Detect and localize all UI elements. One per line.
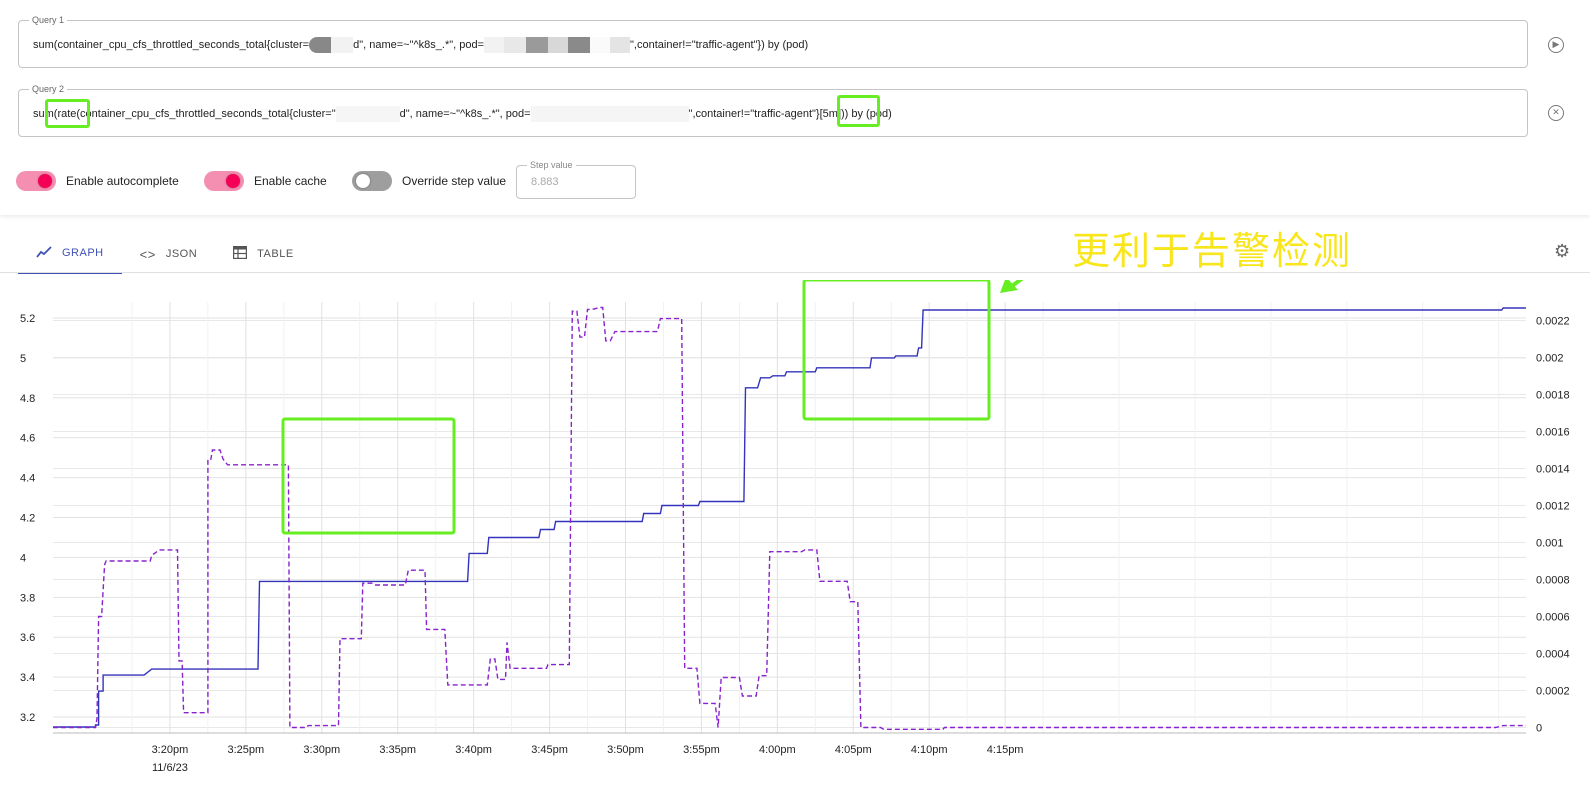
redacted-block	[590, 37, 611, 53]
tab-graph-label: GRAPH	[62, 247, 104, 259]
query-panel: Query 1 sum(container_cpu_cfs_throttled_…	[0, 0, 1590, 215]
highlight-rate-box	[45, 99, 90, 128]
y-right-tick-label: 0.0008	[1536, 574, 1570, 586]
code-icon: <>	[139, 246, 156, 262]
y-left-tick-label: 4.8	[20, 393, 35, 405]
redacted-block	[309, 37, 332, 53]
y-left-tick-label: 4	[20, 552, 26, 564]
autocomplete-label: Enable autocomplete	[66, 174, 179, 188]
x-tick-label: 3:55pm	[683, 744, 720, 756]
redacted-block	[504, 37, 527, 53]
y-axis-right: 0 0.0002 0.0004 0.0006 0.0008 0.001 0.0012 0.00…	[1536, 315, 1570, 734]
y-left-tick-label: 4.6	[20, 433, 35, 445]
tab-graph[interactable]: GRAPH	[18, 234, 122, 274]
y-right-tick-label: 0.0014	[1536, 463, 1570, 475]
x-tick-label: 3:40pm	[455, 744, 492, 756]
x-tick-label: 3:35pm	[379, 744, 416, 756]
step-override-toggle-row[interactable]: Override step value	[352, 166, 506, 196]
x-tick-label: 4:15pm	[987, 744, 1024, 756]
chart-grid	[53, 302, 1526, 734]
gear-icon[interactable]: ⚙	[1554, 241, 1570, 262]
arrow-shaft	[1010, 280, 1024, 288]
tab-table[interactable]: TABLE	[215, 234, 312, 274]
tab-json-label: JSON	[165, 248, 198, 260]
tab-table-label: TABLE	[257, 248, 294, 260]
x-tick-label: 4:00pm	[759, 744, 796, 756]
query-2-field[interactable]: Query 2 sum(rate(container_cpu_cfs_throt…	[18, 83, 1528, 137]
step-value-legend: Step value	[527, 159, 576, 171]
redacted-block	[548, 37, 569, 53]
y-right-tick-label: 0.0016	[1536, 426, 1570, 438]
x-tick-label: 4:10pm	[911, 744, 948, 756]
x-date-label: 11/6/23	[152, 762, 188, 774]
query-1-field[interactable]: Query 1 sum(container_cpu_cfs_throttled_…	[18, 14, 1528, 68]
x-axis: 3:20pm 11/6/23 3:25pm 3:30pm 3:35pm 3:40pm 3:4…	[152, 744, 1024, 774]
y-left-tick-label: 4.4	[20, 473, 35, 485]
query-1-text-part: d", name=~"^k8s_.*", pod=	[353, 38, 485, 51]
autocomplete-toggle-row[interactable]: Enable autocomplete	[16, 166, 179, 196]
y-left-tick-label: 3.6	[20, 632, 35, 644]
tab-json[interactable]: <> JSON	[122, 234, 216, 274]
result-tabs: GRAPH <> JSON TABLE	[18, 234, 312, 274]
switch-knob	[356, 174, 370, 188]
annotation-text: 更利于告警检测	[1072, 229, 1353, 273]
redacted-block	[610, 37, 631, 53]
redacted-block	[331, 37, 354, 53]
switch-knob	[38, 174, 52, 188]
cache-label: Enable cache	[254, 174, 327, 188]
x-tick-label: 3:30pm	[303, 744, 340, 756]
redacted-block	[568, 37, 591, 53]
y-right-tick-label: 0.0012	[1536, 500, 1570, 512]
x-tick-label: 3:20pm	[152, 744, 189, 756]
y-right-tick-label: 0.0018	[1536, 389, 1570, 401]
y-left-tick-label: 3.2	[20, 712, 35, 724]
y-left-tick-label: 4.2	[20, 513, 35, 525]
cache-switch[interactable]	[204, 171, 244, 191]
graph-chart[interactable]: 3.2 3.4 3.6 3.8 4 4.2 4.4 4.6 4.8 5 5.2 0 0.0002 0.0…	[0, 280, 1590, 811]
query-2-text[interactable]: sum(rate(container_cpu_cfs_throttled_sec…	[33, 106, 892, 122]
x-tick-label: 3:50pm	[607, 744, 644, 756]
y-axis-left: 3.2 3.4 3.6 3.8 4 4.2 4.4 4.6 4.8 5 5.2	[20, 313, 35, 724]
query-1-text-part: sum(container_cpu_cfs_throttled_seconds_…	[33, 38, 310, 51]
y-right-tick-label: 0.0004	[1536, 648, 1570, 660]
highlight-range-box	[837, 95, 880, 127]
step-value-text: 8.883	[531, 176, 559, 188]
table-icon	[232, 245, 248, 262]
y-right-tick-label: 0.001	[1536, 537, 1564, 549]
y-left-tick-label: 5.2	[20, 313, 35, 325]
graph-icon	[36, 245, 52, 261]
query-1-legend: Query 1	[29, 14, 68, 26]
step-override-label: Override step value	[402, 174, 507, 188]
redacted-block	[484, 37, 505, 53]
x-tick-label: 3:25pm	[228, 744, 265, 756]
redacted-block	[526, 37, 549, 53]
y-right-tick-label: 0.0002	[1536, 685, 1570, 697]
x-tick-label: 4:05pm	[835, 744, 872, 756]
chart-series	[53, 306, 1526, 730]
switch-knob	[226, 174, 240, 188]
series-line-query-2	[53, 306, 1526, 730]
step-override-switch[interactable]	[352, 171, 392, 191]
redacted-block	[530, 106, 689, 122]
y-left-tick-label: 5	[20, 353, 26, 365]
y-right-tick-label: 0.002	[1536, 352, 1564, 364]
y-right-tick-label: 0	[1536, 722, 1542, 734]
autocomplete-switch[interactable]	[16, 171, 56, 191]
cache-toggle-row[interactable]: Enable cache	[204, 166, 327, 196]
highlight-box-left	[281, 417, 456, 535]
redacted-block	[335, 106, 400, 122]
play-circle-icon[interactable]: ▶	[1548, 37, 1564, 53]
x-tick-label: 3:45pm	[531, 744, 568, 756]
close-circle-icon[interactable]: ✕	[1548, 105, 1564, 121]
query-2-legend: Query 2	[29, 83, 68, 95]
step-value-field[interactable]: Step value 8.883	[516, 159, 636, 199]
query-1-text[interactable]: sum(container_cpu_cfs_throttled_seconds_…	[33, 37, 808, 53]
y-left-tick-label: 3.8	[20, 592, 35, 604]
query-2-text-part: d", name=~"^k8s_.*", pod=	[399, 107, 531, 120]
y-left-tick-label: 3.4	[20, 672, 35, 684]
query-1-text-part: ",container!="traffic-agent"}) by (pod)	[630, 38, 809, 51]
y-right-tick-label: 0.0006	[1536, 611, 1570, 623]
y-right-tick-label: 0.0022	[1536, 315, 1570, 327]
